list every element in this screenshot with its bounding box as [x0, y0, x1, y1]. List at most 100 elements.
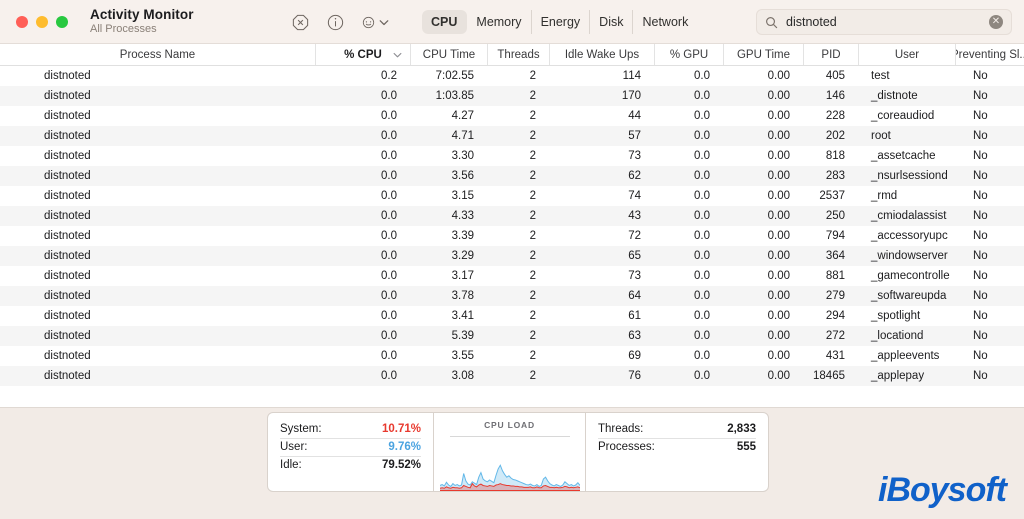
- table-row[interactable]: distnoted0.04.712570.00.00202rootNo: [0, 126, 1024, 146]
- tab-disk[interactable]: Disk: [590, 10, 633, 34]
- column-header-pid[interactable]: PID: [804, 44, 859, 65]
- table-row[interactable]: distnoted0.03.392720.00.00794_accessoryu…: [0, 226, 1024, 246]
- cell-cpu-time: 3.56: [411, 166, 488, 186]
- cell-idle-wake-ups: 170: [550, 86, 655, 106]
- cell-preventing-sleep: No: [956, 86, 1024, 106]
- activity-monitor-window: Activity Monitor All Processes: [0, 0, 1024, 519]
- window-titlebar: Activity Monitor All Processes: [0, 0, 1024, 44]
- cell-cpu: 0.0: [316, 226, 411, 246]
- cell-preventing-sleep: No: [956, 206, 1024, 226]
- table-row[interactable]: distnoted0.03.562620.00.00283_nsurlsessi…: [0, 166, 1024, 186]
- stop-octagon-icon[interactable]: [292, 14, 309, 31]
- cell-cpu-time: 3.17: [411, 266, 488, 286]
- column-header-cpu[interactable]: % CPU: [316, 44, 411, 65]
- table-row[interactable]: distnoted0.27:02.5521140.00.00405testNo: [0, 66, 1024, 86]
- table-row[interactable]: distnoted0.03.082760.00.0018465_applepay…: [0, 366, 1024, 386]
- cpu-load-graph-title: CPU LOAD: [484, 420, 535, 430]
- search-input[interactable]: distnoted: [786, 15, 989, 29]
- cell-gpu-time: 0.00: [724, 106, 804, 126]
- cell-cpu: 0.0: [316, 166, 411, 186]
- column-header-gpu[interactable]: % GPU: [655, 44, 724, 65]
- table-row[interactable]: distnoted0.03.552690.00.00431_appleevent…: [0, 346, 1024, 366]
- cell-idle-wake-ups: 76: [550, 366, 655, 386]
- iboysoft-watermark: iBoysoft: [878, 473, 1006, 507]
- table-row[interactable]: distnoted0.03.152740.00.002537_rmdNo: [0, 186, 1024, 206]
- column-header-label: User: [895, 49, 919, 61]
- table-row[interactable]: distnoted0.01:03.8521700.00.00146_distno…: [0, 86, 1024, 106]
- column-header-label: CPU Time: [423, 49, 475, 61]
- cell-cpu-time: 7:02.55: [411, 66, 488, 86]
- stat-row-system: System: 10.71%: [280, 421, 421, 439]
- column-header-preventing-sl[interactable]: Preventing Sl...: [956, 44, 1024, 65]
- column-header-label: % GPU: [670, 49, 708, 61]
- tab-memory[interactable]: Memory: [467, 10, 531, 34]
- table-row[interactable]: distnoted0.04.332430.00.00250_cmiodalass…: [0, 206, 1024, 226]
- options-menu-button[interactable]: [362, 16, 389, 29]
- column-header-user[interactable]: User: [859, 44, 956, 65]
- cell-gpu: 0.0: [655, 346, 724, 366]
- info-circle-icon[interactable]: [327, 14, 344, 31]
- cell-threads: 2: [488, 86, 550, 106]
- column-header-process-name[interactable]: Process Name: [0, 44, 316, 65]
- tab-energy[interactable]: Energy: [532, 10, 591, 34]
- column-header-threads[interactable]: Threads: [488, 44, 550, 65]
- cell-user: _cmiodalassist: [859, 206, 956, 226]
- cell-preventing-sleep: No: [956, 346, 1024, 366]
- cell-cpu: 0.0: [316, 126, 411, 146]
- cell-pid: 18465: [804, 366, 859, 386]
- search-field[interactable]: distnoted ✕: [756, 9, 1012, 35]
- tab-network[interactable]: Network: [633, 10, 697, 34]
- cell-user: _assetcache: [859, 146, 956, 166]
- column-header-gpu-time[interactable]: GPU Time: [724, 44, 804, 65]
- cell-gpu-time: 0.00: [724, 186, 804, 206]
- cell-user: _spotlight: [859, 306, 956, 326]
- table-row[interactable]: distnoted0.03.412610.00.00294_spotlightN…: [0, 306, 1024, 326]
- stat-value-idle: 79.52%: [382, 459, 421, 471]
- cell-gpu: 0.0: [655, 126, 724, 146]
- cell-gpu: 0.0: [655, 246, 724, 266]
- cell-gpu: 0.0: [655, 166, 724, 186]
- cell-threads: 2: [488, 106, 550, 126]
- cell-cpu: 0.0: [316, 206, 411, 226]
- table-row[interactable]: distnoted0.03.302730.00.00818_assetcache…: [0, 146, 1024, 166]
- tab-cpu[interactable]: CPU: [422, 10, 467, 34]
- stat-label-system: System:: [280, 423, 322, 435]
- cell-preventing-sleep: No: [956, 366, 1024, 386]
- zoom-window-button[interactable]: [56, 16, 68, 28]
- cell-idle-wake-ups: 72: [550, 226, 655, 246]
- clear-search-icon[interactable]: ✕: [989, 15, 1003, 29]
- cell-name: distnoted: [0, 366, 316, 386]
- cell-preventing-sleep: No: [956, 146, 1024, 166]
- cell-name: distnoted: [0, 246, 316, 266]
- cell-preventing-sleep: No: [956, 106, 1024, 126]
- process-table[interactable]: distnoted0.27:02.5521140.00.00405testNod…: [0, 66, 1024, 407]
- table-row[interactable]: distnoted0.03.172730.00.00881_gamecontro…: [0, 266, 1024, 286]
- cell-idle-wake-ups: 61: [550, 306, 655, 326]
- cell-cpu-time: 3.29: [411, 246, 488, 266]
- cell-user: test: [859, 66, 956, 86]
- cell-threads: 2: [488, 326, 550, 346]
- cell-user: _softwareupda: [859, 286, 956, 306]
- cell-cpu: 0.0: [316, 306, 411, 326]
- graph-divider: [450, 436, 570, 437]
- cell-gpu: 0.0: [655, 86, 724, 106]
- table-row[interactable]: distnoted0.05.392630.00.00272_locationdN…: [0, 326, 1024, 346]
- minimize-window-button[interactable]: [36, 16, 48, 28]
- cell-idle-wake-ups: 73: [550, 146, 655, 166]
- cell-user: _rmd: [859, 186, 956, 206]
- stat-label-user: User:: [280, 441, 307, 453]
- cell-name: distnoted: [0, 266, 316, 286]
- column-header-cpu-time[interactable]: CPU Time: [411, 44, 488, 65]
- cpu-load-graph: CPU LOAD: [434, 413, 586, 491]
- table-row[interactable]: distnoted0.04.272440.00.00228_coreaudiod…: [0, 106, 1024, 126]
- cell-gpu-time: 0.00: [724, 126, 804, 146]
- cell-cpu: 0.0: [316, 246, 411, 266]
- table-row[interactable]: distnoted0.03.782640.00.00279_softwareup…: [0, 286, 1024, 306]
- cell-idle-wake-ups: 74: [550, 186, 655, 206]
- table-row[interactable]: distnoted0.03.292650.00.00364_windowserv…: [0, 246, 1024, 266]
- cell-threads: 2: [488, 66, 550, 86]
- close-window-button[interactable]: [16, 16, 28, 28]
- cell-cpu-time: 4.33: [411, 206, 488, 226]
- column-header-idle-wake-ups[interactable]: Idle Wake Ups: [550, 44, 655, 65]
- cell-gpu: 0.0: [655, 146, 724, 166]
